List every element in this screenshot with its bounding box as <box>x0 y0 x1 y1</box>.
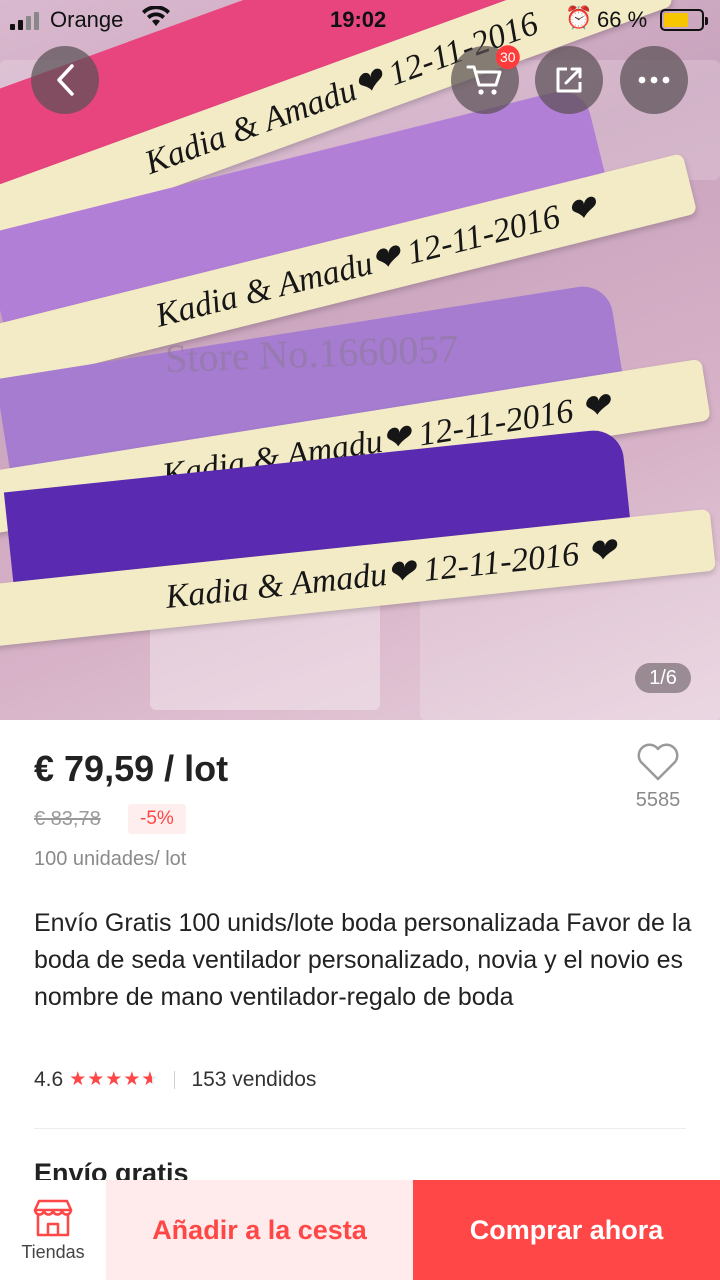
star-icon: ★ ★ <box>123 1069 141 1090</box>
signal-icon <box>10 12 39 30</box>
status-time: 19:02 <box>330 7 387 32</box>
more-button[interactable] <box>620 46 688 114</box>
back-button[interactable] <box>31 46 99 114</box>
units-per-lot: 100 unidades/ lot <box>34 848 187 870</box>
stores-button[interactable]: Tiendas <box>0 1180 106 1280</box>
sold-count: 153 vendidos <box>191 1068 317 1091</box>
store-icon <box>33 1199 73 1236</box>
battery-percent: 66 % <box>597 7 648 32</box>
status-bar: Orange 19:02 ⏰ 66 % <box>0 0 720 40</box>
discount-badge: -5% <box>128 804 186 834</box>
carrier-name: Orange <box>50 7 124 32</box>
alarm-icon: ⏰ <box>565 5 593 30</box>
buy-now-button[interactable]: Comprar ahora <box>413 1180 720 1280</box>
battery-icon <box>660 9 708 31</box>
add-to-cart-button[interactable]: Añadir a la cesta <box>106 1180 413 1280</box>
battery-fill <box>664 13 688 27</box>
star-icon: ★ ★ <box>69 1069 87 1090</box>
product-image[interactable]: Kadia & Amadu❤ 12-11-2016 Kadia & Amadu❤… <box>0 0 720 720</box>
wishlist-count: 5585 <box>635 789 681 811</box>
share-icon <box>556 67 582 93</box>
product-title: Envío Gratis 100 unids/lote boda persona… <box>34 909 692 1011</box>
bottom-action-bar: Tiendas Añadir a la cesta Comprar ahora <box>0 1180 720 1280</box>
wishlist-button[interactable]: 5585 <box>626 742 690 812</box>
share-button[interactable] <box>535 46 603 114</box>
star-icon: ★ ★ <box>87 1069 105 1090</box>
cart-icon <box>466 65 502 95</box>
rating-value: 4.6 <box>34 1068 64 1091</box>
heart-icon <box>637 743 679 781</box>
cart-button[interactable]: 30 <box>451 45 520 114</box>
original-price: € 83,78 <box>34 808 101 830</box>
section-divider <box>34 1128 686 1129</box>
more-icon <box>638 76 670 84</box>
star-icon: ★ ★ <box>105 1069 123 1090</box>
image-counter: 1/6 <box>635 663 691 693</box>
cart-count-badge: 30 <box>495 45 520 70</box>
star-icon: ★ ★ <box>141 1069 159 1090</box>
back-arrow-icon <box>57 64 74 96</box>
rating-stars: ★ ★ ★ ★ ★ ★ ★ ★ ★ ★ <box>69 1070 158 1090</box>
rating-divider <box>174 1071 176 1089</box>
shipping-heading[interactable]: Envío gratis <box>34 1158 189 1180</box>
rating-summary[interactable]: 4.6 ★ ★ ★ ★ ★ ★ ★ ★ ★ ★ 153 vendidos <box>34 1068 316 1092</box>
wifi-icon <box>142 5 170 34</box>
stores-label: Tiendas <box>21 1241 85 1262</box>
product-price: € 79,59 / lot <box>34 748 229 789</box>
